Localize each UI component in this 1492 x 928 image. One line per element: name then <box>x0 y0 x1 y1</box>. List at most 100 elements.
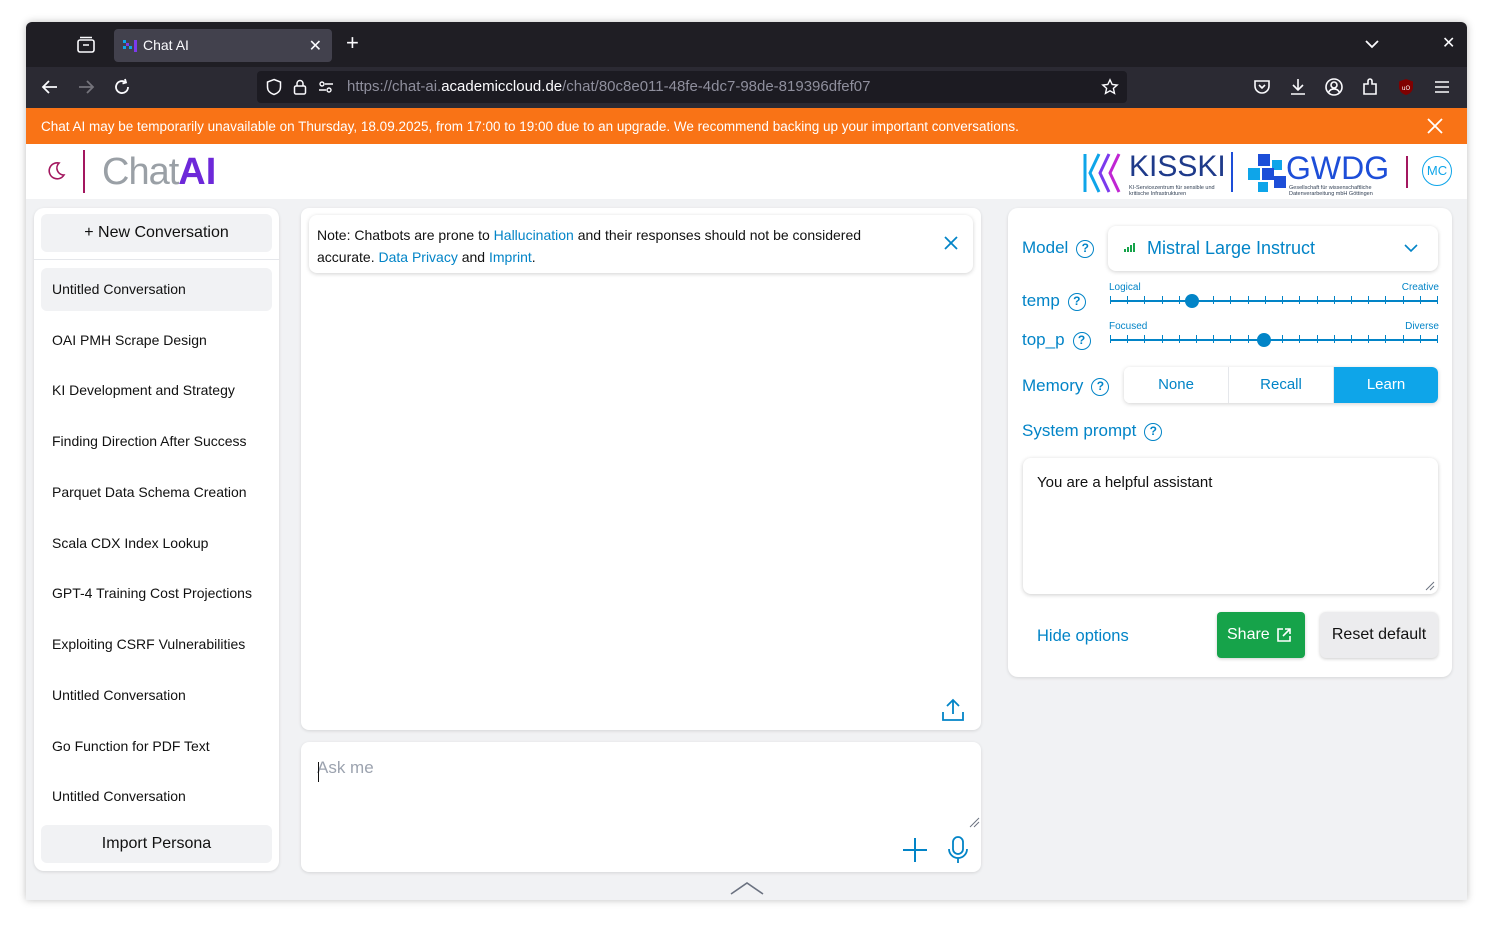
memory-option-learn[interactable]: Learn <box>1334 367 1438 403</box>
memory-help-icon[interactable]: ? <box>1091 378 1110 396</box>
note-close-icon[interactable] <box>943 235 959 251</box>
lock-icon[interactable] <box>291 78 309 96</box>
pocket-icon[interactable] <box>1252 77 1272 97</box>
top-p-slider[interactable]: Focused Diverse <box>1109 321 1439 351</box>
conversation-item[interactable]: Untitled Conversation <box>41 674 272 717</box>
upload-export-icon[interactable] <box>940 697 966 723</box>
chat-ai-logo[interactable]: ChatAI <box>102 151 216 193</box>
microphone-icon[interactable] <box>946 835 970 865</box>
conversation-item[interactable]: Finding Direction After Success <box>41 420 272 463</box>
slider-tick <box>1213 335 1215 343</box>
model-help-icon[interactable]: ? <box>1076 240 1095 258</box>
conversation-item[interactable]: Untitled Conversation <box>41 775 272 818</box>
url-path: /chat/80c8e011-48fe-4dc7-98de-819396dfef… <box>562 78 871 95</box>
system-prompt-box: You are a helpful assistant <box>1023 458 1438 594</box>
top-p-help-icon[interactable]: ? <box>1072 332 1091 350</box>
chevron-up-icon[interactable] <box>729 880 765 896</box>
shield-icon[interactable] <box>265 78 283 96</box>
menu-icon[interactable] <box>1432 77 1452 97</box>
memory-option-recall[interactable]: Recall <box>1229 367 1334 403</box>
slider-tick <box>1247 335 1249 343</box>
bookmark-star-icon[interactable] <box>1101 78 1119 96</box>
extensions-icon[interactable] <box>1360 77 1380 97</box>
browser-window: Chat AI ✕ + ✕ https://chat-ai.academiccl… <box>26 22 1467 900</box>
permissions-icon[interactable] <box>317 78 335 96</box>
slider-tick <box>1419 335 1421 343</box>
slider-tick <box>1127 296 1129 304</box>
new-conversation-button[interactable]: + New Conversation <box>41 214 272 252</box>
slider-tick <box>1282 296 1284 304</box>
prompt-input[interactable] <box>317 758 967 818</box>
system-prompt-input[interactable]: You are a helpful assistant <box>1037 474 1422 574</box>
back-icon[interactable] <box>40 77 60 97</box>
reset-default-button[interactable]: Reset default <box>1320 612 1438 658</box>
tab-title: Chat AI <box>143 37 189 53</box>
hide-options-button[interactable]: Hide options <box>1037 627 1129 646</box>
url-bar[interactable]: https://chat-ai.academiccloud.de/chat/80… <box>257 71 1127 103</box>
temp-help-icon[interactable]: ? <box>1067 293 1086 311</box>
forward-icon[interactable] <box>76 77 96 97</box>
maintenance-banner: Chat AI may be temporarily unavailable o… <box>26 108 1467 144</box>
model-label-text: Model <box>1022 238 1069 257</box>
slider-tick <box>1437 296 1438 304</box>
navigation-bar: https://chat-ai.academiccloud.de/chat/80… <box>26 67 1467 108</box>
conversation-item[interactable]: Exploiting CSRF Vulnerabilities <box>41 623 272 666</box>
slider-tick <box>1144 335 1146 343</box>
window-close-icon[interactable]: ✕ <box>1442 33 1455 53</box>
slider-tick <box>1316 335 1318 343</box>
banner-close-icon[interactable] <box>1426 117 1444 135</box>
import-persona-button[interactable]: Import Persona <box>41 825 272 863</box>
tab-view-icon[interactable] <box>76 35 96 55</box>
slider-tick <box>1230 296 1232 304</box>
slider-tick <box>1368 296 1370 304</box>
data-privacy-link[interactable]: Data Privacy <box>378 249 457 265</box>
top-p-right-label: Diverse <box>1405 321 1439 332</box>
slider-tick <box>1144 296 1146 304</box>
list-tabs-icon[interactable] <box>1364 36 1380 52</box>
conversation-item[interactable]: Untitled Conversation <box>41 268 272 311</box>
conversation-item[interactable]: GPT-4 Training Cost Projections <box>41 572 272 615</box>
model-label: Model? <box>1022 238 1095 258</box>
dark-mode-moon-icon[interactable] <box>45 160 67 182</box>
share-icon <box>1277 628 1291 642</box>
prompt-input-pane <box>301 742 981 872</box>
model-select[interactable]: Mistral Large Instruct <box>1108 226 1438 271</box>
user-avatar[interactable]: MC <box>1422 156 1452 186</box>
system-prompt-help-icon[interactable]: ? <box>1144 423 1163 441</box>
ublock-icon[interactable]: uO <box>1396 77 1416 97</box>
kisski-mark-icon <box>1083 153 1121 193</box>
chat-messages-pane: Note: Chatbots are prone to Hallucinatio… <box>301 208 981 730</box>
share-button[interactable]: Share <box>1217 612 1305 658</box>
temp-slider[interactable]: Logical Creative <box>1109 282 1439 312</box>
app-header: ChatAI KISSKI KI-Servicezentrum für sens… <box>26 144 1467 199</box>
system-prompt-label-text: System prompt <box>1022 421 1137 440</box>
conversation-item[interactable]: Scala CDX Index Lookup <box>41 522 272 565</box>
hallucination-link[interactable]: Hallucination <box>494 227 574 243</box>
note-prefix: Note: Chatbots are prone to <box>317 227 494 243</box>
tab-close-icon[interactable]: ✕ <box>309 36 322 56</box>
slider-thumb[interactable] <box>1256 333 1271 347</box>
signal-strength-icon <box>1124 243 1135 252</box>
memory-option-none[interactable]: None <box>1124 367 1229 403</box>
slider-tick <box>1161 335 1163 343</box>
conversation-item[interactable]: KI Development and Strategy <box>41 369 272 412</box>
account-icon[interactable] <box>1324 77 1344 97</box>
slider-track <box>1110 300 1437 302</box>
imprint-link[interactable]: Imprint <box>489 249 532 265</box>
add-attachment-icon[interactable] <box>902 837 928 863</box>
downloads-icon[interactable] <box>1288 77 1308 97</box>
browser-tab[interactable]: Chat AI ✕ <box>114 29 332 62</box>
slider-thumb[interactable] <box>1184 294 1199 308</box>
conversation-item[interactable]: Parquet Data Schema Creation <box>41 471 272 514</box>
slider-tick <box>1299 296 1301 304</box>
new-tab-icon[interactable]: + <box>346 32 359 54</box>
resize-handle-icon[interactable] <box>968 816 980 828</box>
reload-icon[interactable] <box>112 77 132 97</box>
slider-tick <box>1127 335 1129 343</box>
conversation-item[interactable]: Go Function for PDF Text <box>41 725 272 768</box>
slider-tick <box>1350 335 1352 343</box>
resize-handle-icon[interactable] <box>1425 581 1435 591</box>
conversation-item[interactable]: OAI PMH Scrape Design <box>41 319 272 362</box>
logo-chat-text: Chat <box>102 151 179 193</box>
note-text: Note: Chatbots are prone to Hallucinatio… <box>317 224 917 268</box>
